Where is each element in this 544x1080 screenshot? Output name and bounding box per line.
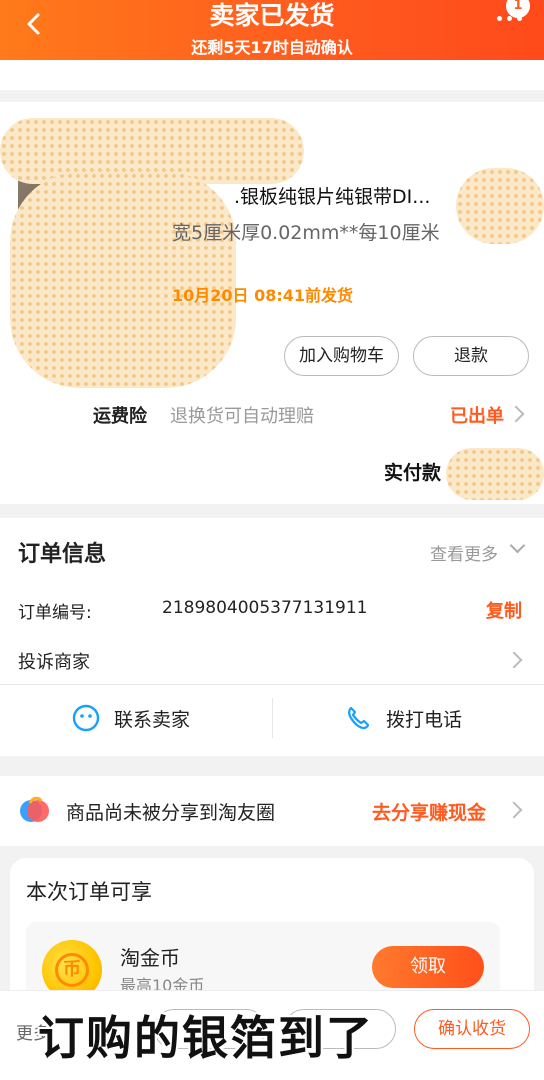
divider — [0, 684, 544, 685]
freight-insurance-desc: 退换货可自动理赔 — [170, 406, 314, 427]
chevron-right-icon — [507, 405, 525, 423]
confirm-receipt-button[interactable]: 确认收货 — [414, 1009, 530, 1049]
privacy-scribble — [10, 172, 236, 388]
order-info-heading: 订单信息 — [18, 542, 107, 567]
claim-button[interactable]: 领取 — [372, 946, 484, 988]
view-more-link[interactable]: 查看更多 — [430, 540, 498, 565]
divider — [272, 698, 273, 738]
order-benefits-heading: 本次订单可享 — [26, 880, 152, 904]
product-card: .银板纯银片纯银带DI... 宽5厘米厚0.02mm**每10厘米 10月20日… — [0, 102, 544, 504]
freight-insurance-label: 运费险 — [93, 406, 147, 427]
add-to-cart-button[interactable]: 加入购物车 — [284, 336, 399, 376]
freight-insurance-status[interactable]: 已出单 — [450, 402, 504, 428]
share-earn-cash-link[interactable]: 去分享赚现金 — [372, 798, 486, 825]
privacy-scribble — [456, 168, 544, 244]
phone-icon — [348, 706, 370, 730]
order-number-label: 订单编号: — [18, 603, 92, 623]
amount-paid-label: 实付款 — [384, 462, 442, 484]
product-title[interactable]: .银板纯银片纯银带DI... — [234, 182, 464, 209]
contact-seller-label: 联系卖家 — [114, 708, 191, 731]
ship-deadline: 10月20日 08:41前发货 — [172, 286, 354, 305]
call-phone-label: 拨打电话 — [386, 708, 463, 731]
taoyouquan-logo-icon — [20, 796, 49, 822]
chevron-right-icon — [505, 801, 523, 819]
top-header: 卖家已发货 还剩5天17时自动确认 1 — [0, 0, 544, 60]
taojinbi-title: 淘金币 — [120, 946, 180, 970]
copy-button[interactable]: 复制 — [486, 597, 522, 623]
video-caption: 订购的银箔到了 — [38, 1011, 374, 1065]
complain-seller-link[interactable]: 投诉商家 — [18, 648, 90, 674]
product-spec: 宽5厘米厚0.02mm**每10厘米 — [172, 222, 440, 244]
chevron-down-icon — [509, 537, 526, 554]
privacy-scribble — [446, 448, 544, 500]
order-info-card: 订单信息 查看更多 订单编号: 2189804005377131911 复制 投… — [0, 518, 544, 756]
address-strip — [0, 60, 544, 90]
call-phone-button[interactable]: 拨打电话 — [344, 698, 462, 738]
page-title: 卖家已发货 — [209, 1, 335, 30]
auto-confirm-countdown: 还剩5天17时自动确认 — [191, 38, 353, 57]
chat-face-icon — [72, 704, 100, 732]
chevron-right-icon — [505, 651, 523, 669]
order-number-value: 2189804005377131911 — [162, 598, 368, 618]
refund-button[interactable]: 退款 — [413, 336, 529, 376]
share-status-text: 商品尚未被分享到淘友圈 — [66, 802, 276, 824]
contact-seller-button[interactable]: 联系卖家 — [72, 698, 190, 738]
share-row[interactable]: 商品尚未被分享到淘友圈 去分享赚现金 — [0, 776, 544, 846]
